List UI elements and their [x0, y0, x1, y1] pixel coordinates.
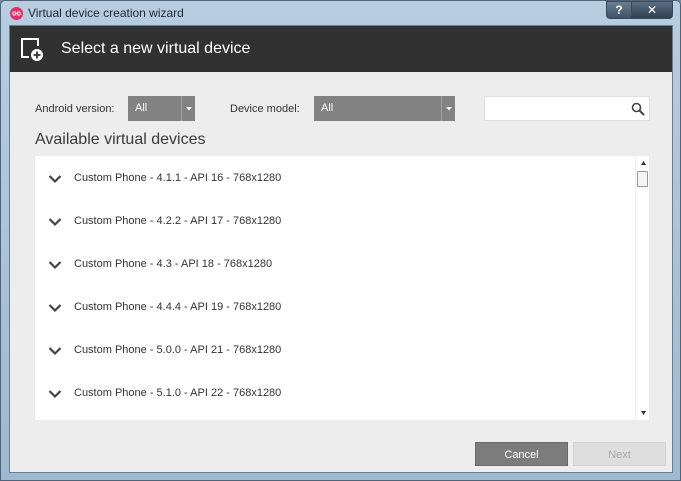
android-version-select[interactable]: All — [128, 96, 195, 121]
device-name: Custom Phone - 4.4.4 - API 19 - 768x1280 — [74, 301, 282, 313]
filter-bar: Android version: All Device model: All — [10, 96, 672, 122]
chevron-down-icon[interactable] — [48, 389, 62, 399]
device-model-select[interactable]: All — [314, 96, 455, 121]
chevron-down-icon[interactable] — [48, 346, 62, 356]
close-button[interactable]: ✕ — [632, 1, 673, 19]
wizard-window: Virtual device creation wizard ? ✕ Selec… — [0, 0, 681, 481]
genymotion-app-icon — [10, 7, 23, 20]
page-title: Select a new virtual device — [61, 40, 251, 57]
help-button[interactable]: ? — [606, 1, 632, 19]
wizard-header: Select a new virtual device — [10, 26, 672, 72]
device-model-value: All — [321, 102, 334, 114]
section-title: Available virtual devices — [35, 131, 206, 148]
device-list: Custom Phone - 4.1.1 - API 16 - 768x1280… — [35, 156, 649, 420]
title-bar[interactable]: Virtual device creation wizard ? ✕ — [1, 1, 680, 25]
window-controls: ? ✕ — [606, 1, 673, 19]
scrollbar-thumb[interactable] — [637, 171, 648, 187]
cancel-button[interactable]: Cancel — [475, 442, 568, 466]
chevron-down-icon[interactable] — [48, 303, 62, 313]
chevron-down-icon[interactable] — [48, 174, 62, 184]
device-list-item[interactable]: Custom Phone - 4.3 - API 18 - 768x1280 — [35, 243, 635, 286]
chevron-down-icon[interactable] — [48, 217, 62, 227]
search-icon[interactable] — [631, 102, 645, 116]
scroll-up-arrow-icon[interactable] — [636, 156, 649, 170]
device-name: Custom Phone - 4.1.1 - API 16 - 768x1280 — [74, 172, 282, 184]
chevron-down-icon[interactable] — [48, 260, 62, 270]
window-title: Virtual device creation wizard — [28, 6, 184, 20]
device-name: Custom Phone - 5.0.0 - API 21 - 768x1280 — [74, 344, 282, 356]
device-name: Custom Phone - 4.3 - API 18 - 768x1280 — [74, 258, 273, 270]
next-button[interactable]: Next — [573, 442, 666, 466]
search-field[interactable] — [484, 96, 650, 121]
device-list-item[interactable]: Custom Phone - 4.2.2 - API 17 - 768x1280 — [35, 200, 635, 243]
device-model-label: Device model: — [230, 103, 300, 115]
android-version-label: Android version: — [35, 103, 115, 115]
chevron-down-icon — [181, 96, 195, 121]
device-list-item[interactable]: Custom Phone - 5.1.0 - API 22 - 768x1280 — [35, 372, 635, 415]
device-list-item[interactable]: Custom Phone - 5.0.0 - API 21 - 768x1280 — [35, 329, 635, 372]
wizard-content: Select a new virtual device Android vers… — [9, 25, 673, 473]
scroll-down-arrow-icon[interactable] — [636, 406, 649, 420]
android-version-value: All — [135, 102, 148, 114]
device-name: Custom Phone - 4.2.2 - API 17 - 768x1280 — [74, 215, 282, 227]
device-list-item[interactable]: Custom Phone - 4.4.4 - API 19 - 768x1280 — [35, 286, 635, 329]
list-scrollbar[interactable] — [635, 156, 649, 420]
device-list-item[interactable]: Custom Phone - 4.1.1 - API 16 - 768x1280 — [35, 157, 635, 200]
add-device-icon — [21, 38, 43, 61]
chevron-down-icon — [441, 96, 455, 121]
device-name: Custom Phone - 5.1.0 - API 22 - 768x1280 — [74, 387, 282, 399]
